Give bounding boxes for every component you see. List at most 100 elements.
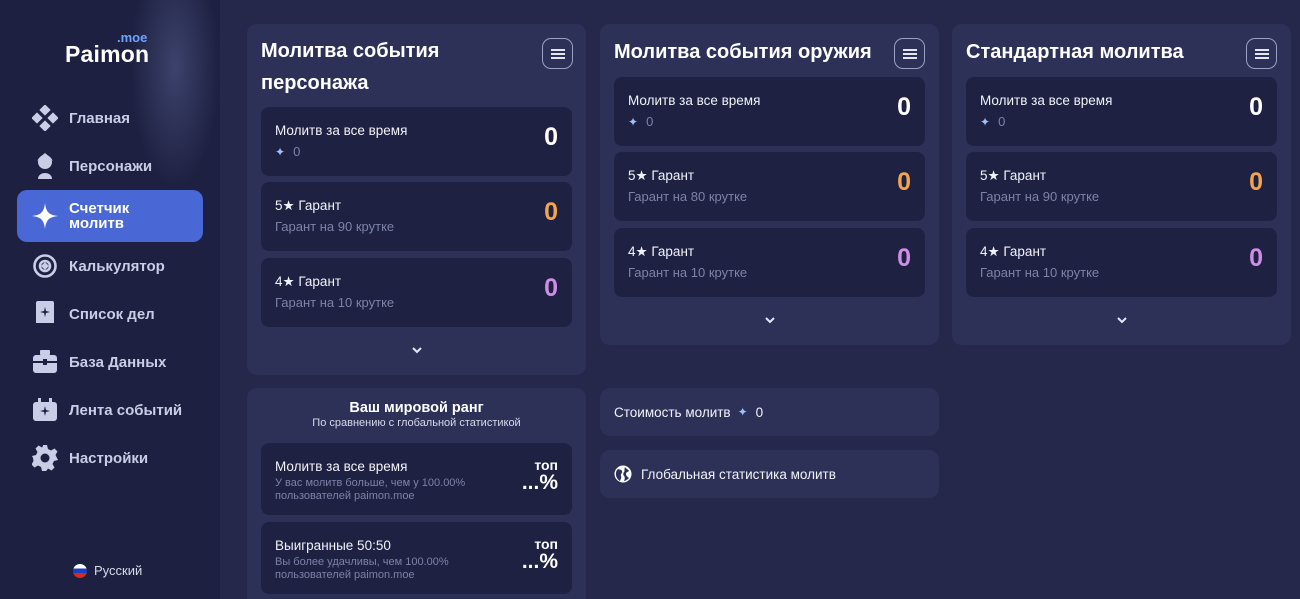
panel-character-event-wish: Молитва события персонажа Молитв за все … (247, 24, 586, 375)
events-icon (31, 397, 58, 424)
sidebar-item-label: Счетчик молитв (69, 200, 130, 232)
list-menu-icon (550, 48, 565, 59)
list-menu-icon (1254, 48, 1269, 59)
rank-top-percent: топ ...% (521, 457, 558, 494)
sidebar-nav: Главная Персонажи Счетчик молитв Калькул… (17, 94, 203, 482)
stat-title: Молитв за все время (275, 123, 408, 138)
stat-four-star-pity: 4★ Гарант Гарант на 10 крутке 0 (614, 228, 925, 297)
sidebar-item-wish-counter[interactable]: Счетчик молитв (17, 190, 203, 242)
chevron-down-icon[interactable] (1114, 314, 1130, 326)
logo[interactable]: .moe Paimon (65, 30, 165, 70)
stat-sub: Гарант на 80 крутке (628, 189, 748, 204)
rank-item-desc: Вы более удачливы, чем 100.00% пользоват… (275, 556, 449, 581)
stat-value: 0 (897, 93, 911, 121)
sidebar-item-label: Настройки (69, 449, 149, 467)
panel-weapon-event-wish: Молитва события оружия Молитв за все вре… (600, 24, 939, 345)
stat-title: Молитв за все время (980, 93, 1113, 108)
rank-item-fifty-fifty: Выигранные 50:50 Вы более удачливы, чем … (261, 522, 572, 594)
panel-world-rank: Ваш мировой ранг По сравнению с глобальн… (247, 388, 586, 599)
stat-value: 0 (897, 168, 911, 196)
stat-five-star-pity: 5★ Гарант Гарант на 90 крутке 0 (261, 182, 572, 251)
stat-title: Молитв за все время (628, 93, 761, 108)
stat-value: 0 (544, 198, 558, 226)
stat-four-star-pity: 4★ Гарант Гарант на 10 крутке 0 (966, 228, 1277, 297)
stat-total-wishes: Молитв за все время ✦ 0 0 (966, 77, 1277, 146)
stat-sub: ✦ 0 (980, 114, 1006, 129)
panel-title: Молитва события оружия (614, 41, 872, 63)
sidebar-item-characters[interactable]: Персонажи (17, 142, 203, 190)
stat-title: 5★ Гарант (980, 168, 1047, 183)
rank-item-title: Молитв за все время (275, 459, 408, 474)
diamond-grid-icon (31, 105, 58, 132)
primogem-icon: ✦ (628, 114, 639, 129)
stat-sub: Гарант на 90 крутке (980, 189, 1100, 204)
stat-five-star-pity: 5★ Гарант Гарант на 80 крутке 0 (614, 152, 925, 221)
stat-sub: Гарант на 10 крутке (275, 295, 395, 310)
panel-standard-wish: Стандартная молитва Молитв за все время … (952, 24, 1291, 345)
rank-subtitle: По сравнению с глобальной статистикой (312, 417, 521, 429)
sidebar-item-label: Список дел (69, 305, 155, 323)
panel-title: Стандартная молитва (966, 41, 1184, 63)
stat-five-star-pity: 5★ Гарант Гарант на 90 крутке 0 (966, 152, 1277, 221)
stat-title: 5★ Гарант (275, 198, 342, 213)
todo-book-icon (31, 301, 58, 328)
stat-four-star-pity: 4★ Гарант Гарант на 10 крутке 0 (261, 258, 572, 327)
stat-title: 4★ Гарант (980, 244, 1047, 259)
stat-value: 0 (1249, 244, 1263, 272)
rank-title: Ваш мировой ранг (349, 400, 484, 416)
stat-sub: ✦ 0 (275, 144, 301, 159)
sidebar-item-label: Главная (69, 109, 131, 127)
menu-button[interactable] (894, 38, 925, 69)
stat-value: 0 (544, 123, 558, 151)
sidebar: .moe Paimon Главная Персонажи Счетчик мо… (0, 0, 220, 599)
chevron-down-icon[interactable] (409, 344, 425, 356)
rank-item-title: Выигранные 50:50 (275, 538, 391, 553)
stat-title: 4★ Гарант (628, 244, 695, 259)
wish-cost-card: Стоимость молитв ✦ 0 (600, 388, 939, 436)
stat-title: 4★ Гарант (275, 274, 342, 289)
language-selector[interactable]: Русский (73, 563, 142, 578)
sidebar-item-events[interactable]: Лента событий (17, 386, 203, 434)
globe-icon (614, 465, 632, 483)
stat-sub: Гарант на 10 крутке (628, 265, 748, 280)
global-stats-link[interactable]: Глобальная статистика молитв (600, 450, 939, 498)
rank-top-percent: топ ...% (521, 536, 558, 573)
sidebar-item-calculator[interactable]: Калькулятор (17, 242, 203, 290)
primogem-icon: ✦ (275, 144, 286, 159)
menu-button[interactable] (542, 38, 573, 69)
chevron-down-icon[interactable] (762, 314, 778, 326)
gear-icon (31, 445, 58, 472)
character-icon (31, 153, 58, 180)
menu-button[interactable] (1246, 38, 1277, 69)
sidebar-item-label: Персонажи (69, 157, 153, 175)
panel-title: Молитва события персонажа (261, 40, 440, 94)
stat-value: 0 (544, 274, 558, 302)
russia-flag-icon (73, 563, 87, 578)
sidebar-item-todo[interactable]: Список дел (17, 290, 203, 338)
stat-sub: ✦ 0 (628, 114, 654, 129)
stat-total-wishes: Молитв за все время ✦ 0 0 (261, 107, 572, 176)
primogem-icon: ✦ (980, 114, 991, 129)
wish-cost-value: 0 (755, 404, 764, 420)
logo-main: Paimon (65, 41, 150, 67)
target-icon (31, 253, 58, 280)
language-label: Русский (94, 563, 143, 578)
rank-item-total-wishes: Молитв за все время У вас молитв больше,… (261, 443, 572, 515)
wish-cost-label: Стоимость молитв (614, 404, 731, 420)
stat-total-wishes: Молитв за все время ✦ 0 0 (614, 77, 925, 146)
sidebar-item-label: База Данных (69, 353, 167, 371)
list-menu-icon (902, 48, 917, 59)
sidebar-item-label: Лента событий (69, 401, 183, 419)
sidebar-item-settings[interactable]: Настройки (17, 434, 203, 482)
sidebar-item-database[interactable]: База Данных (17, 338, 203, 386)
primogem-icon: ✦ (737, 405, 748, 419)
rank-item-desc: У вас молитв больше, чем у 100.00% польз… (275, 477, 466, 502)
stat-title: 5★ Гарант (628, 168, 695, 183)
stat-value: 0 (1249, 93, 1263, 121)
stat-sub: Гарант на 90 крутке (275, 219, 395, 234)
sidebar-item-home[interactable]: Главная (17, 94, 203, 142)
database-chest-icon (31, 349, 58, 376)
stat-value: 0 (897, 244, 911, 272)
sidebar-item-label: Калькулятор (69, 257, 165, 275)
sparkle-icon (31, 203, 58, 230)
